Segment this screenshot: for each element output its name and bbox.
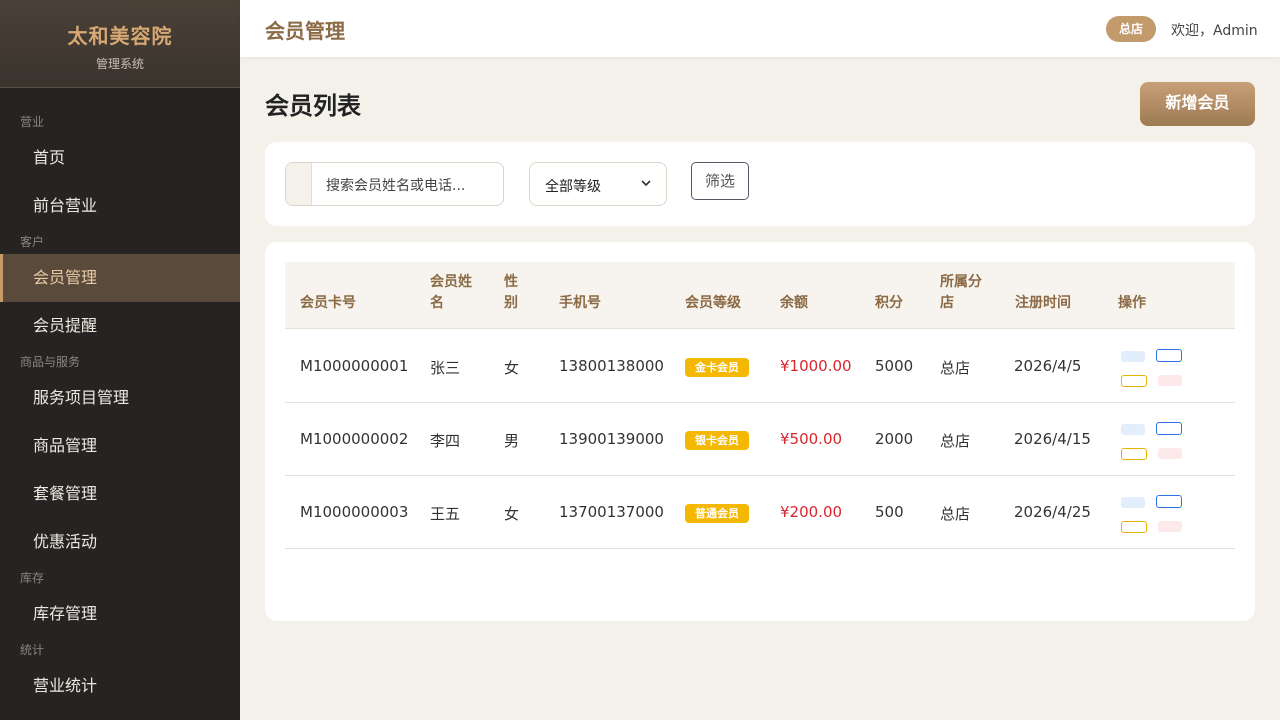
column-header: 会员姓名 bbox=[430, 274, 472, 311]
cell-registered: 2026/4/15 bbox=[1014, 430, 1091, 448]
table-row: M1000000003 王五 女 13700137000 普通会员 ¥200.0… bbox=[285, 476, 1235, 549]
nav-group-label: 库存 bbox=[20, 571, 45, 585]
column-header: 手机号 bbox=[559, 295, 601, 311]
nav-group-label: 统计 bbox=[20, 643, 45, 657]
filter-button[interactable]: 筛选 bbox=[691, 162, 749, 200]
cell-phone: 13900139000 bbox=[559, 430, 664, 448]
cell-gender: 女 bbox=[504, 505, 520, 523]
sidebar: 太和美容院 管理系统 营业 首页 前台营业 客户 会员管理 会员提醒 商品与服务… bbox=[0, 0, 240, 720]
header-title: 会员管理 bbox=[265, 19, 345, 43]
cell-phone: 13800138000 bbox=[559, 357, 664, 375]
level-badge: 金卡会员 bbox=[685, 358, 749, 377]
page-title: 会员列表 bbox=[265, 92, 361, 120]
cell-card-number: M1000000002 bbox=[300, 430, 409, 448]
cell-store: 总店 bbox=[940, 432, 971, 450]
add-member-button[interactable]: 新增会员 bbox=[1140, 82, 1255, 126]
sidebar-item-inventory[interactable]: 库存管理 bbox=[0, 590, 240, 638]
search-input[interactable]: 搜索会员姓名或电话... bbox=[285, 162, 504, 206]
sidebar-item-products[interactable]: 商品管理 bbox=[0, 422, 240, 470]
sidebar-item-packages[interactable]: 套餐管理 bbox=[0, 470, 240, 518]
nav-group-label: 商品与服务 bbox=[20, 355, 81, 369]
filter-card: 搜索会员姓名或电话... 全部等级 筛选 bbox=[265, 142, 1255, 226]
column-header: 积分 bbox=[875, 295, 903, 311]
store-badge: 总店 bbox=[1106, 16, 1156, 42]
cell-card-number: M1000000003 bbox=[300, 503, 409, 521]
cell-phone: 13700137000 bbox=[559, 503, 664, 521]
edit-button[interactable] bbox=[1156, 495, 1182, 508]
view-button[interactable] bbox=[1121, 497, 1145, 508]
sidebar-item-promotions[interactable]: 优惠活动 bbox=[0, 518, 240, 566]
delete-button[interactable] bbox=[1158, 448, 1182, 459]
cell-balance: ¥500.00 bbox=[780, 430, 843, 448]
brand-subtitle: 管理系统 bbox=[95, 57, 144, 71]
recharge-button[interactable] bbox=[1121, 375, 1147, 387]
sidebar-item-member-reminder[interactable]: 会员提醒 bbox=[0, 302, 240, 350]
sidebar-item-front-desk[interactable]: 前台营业 bbox=[0, 182, 240, 230]
edit-button[interactable] bbox=[1156, 422, 1182, 435]
cell-name: 王五 bbox=[430, 505, 461, 523]
cell-name: 李四 bbox=[430, 432, 461, 450]
search-placeholder: 搜索会员姓名或电话... bbox=[326, 178, 466, 194]
level-select[interactable]: 全部等级 bbox=[529, 162, 667, 206]
view-button[interactable] bbox=[1121, 424, 1145, 435]
cell-gender: 男 bbox=[504, 432, 520, 450]
view-button[interactable] bbox=[1121, 351, 1145, 362]
cell-points: 5000 bbox=[875, 357, 914, 375]
recharge-button[interactable] bbox=[1121, 448, 1147, 460]
sidebar-item-service-items[interactable]: 服务项目管理 bbox=[0, 374, 240, 422]
search-prefix bbox=[286, 163, 312, 205]
cell-points: 2000 bbox=[875, 430, 914, 448]
column-header: 余额 bbox=[780, 295, 808, 311]
welcome-text: 欢迎，Admin bbox=[1171, 23, 1258, 39]
nav-group-label: 营业 bbox=[20, 115, 45, 129]
top-header: 会员管理 总店 欢迎，Admin bbox=[240, 0, 1280, 57]
column-header: 会员等级 bbox=[685, 295, 741, 311]
level-select-value: 全部等级 bbox=[545, 179, 601, 195]
sidebar-item-member-management[interactable]: 会员管理 bbox=[0, 254, 240, 302]
table-header: 会员卡号 会员姓名 性别 手机号 会员等级 余额 积分 所属分店 注册时间 操作 bbox=[285, 262, 1235, 329]
table-row: M1000000001 张三 女 13800138000 金卡会员 ¥1000.… bbox=[285, 330, 1235, 403]
cell-name: 张三 bbox=[430, 359, 461, 377]
brand: 太和美容院 管理系统 bbox=[0, 0, 240, 88]
sidebar-item-home[interactable]: 首页 bbox=[0, 134, 240, 182]
cell-balance: ¥200.00 bbox=[780, 503, 843, 521]
nav-group-label: 客户 bbox=[20, 235, 45, 249]
column-header: 性别 bbox=[504, 274, 518, 311]
chevron-down-icon bbox=[641, 180, 651, 187]
cell-gender: 女 bbox=[504, 359, 520, 377]
delete-button[interactable] bbox=[1158, 375, 1182, 386]
cell-points: 500 bbox=[875, 503, 904, 521]
cell-registered: 2026/4/5 bbox=[1014, 357, 1082, 375]
level-badge: 银卡会员 bbox=[685, 431, 749, 450]
recharge-button[interactable] bbox=[1121, 521, 1147, 533]
cell-card-number: M1000000001 bbox=[300, 357, 409, 375]
column-header: 会员卡号 bbox=[300, 295, 356, 311]
delete-button[interactable] bbox=[1158, 521, 1182, 532]
cell-store: 总店 bbox=[940, 505, 971, 523]
level-badge: 普通会员 bbox=[685, 504, 749, 523]
table-row: M1000000002 李四 男 13900139000 银卡会员 ¥500.0… bbox=[285, 403, 1235, 476]
cell-store: 总店 bbox=[940, 359, 971, 377]
edit-button[interactable] bbox=[1156, 349, 1182, 362]
cell-registered: 2026/4/25 bbox=[1014, 503, 1091, 521]
column-header: 注册时间 bbox=[1015, 295, 1071, 311]
column-header: 所属分店 bbox=[940, 274, 982, 311]
column-header: 操作 bbox=[1118, 295, 1146, 311]
brand-name: 太和美容院 bbox=[67, 24, 173, 48]
sidebar-item-sales-stats[interactable]: 营业统计 bbox=[0, 662, 240, 710]
cell-balance: ¥1000.00 bbox=[780, 357, 852, 375]
member-table: 会员卡号 会员姓名 性别 手机号 会员等级 余额 积分 所属分店 注册时间 操作… bbox=[265, 242, 1255, 621]
